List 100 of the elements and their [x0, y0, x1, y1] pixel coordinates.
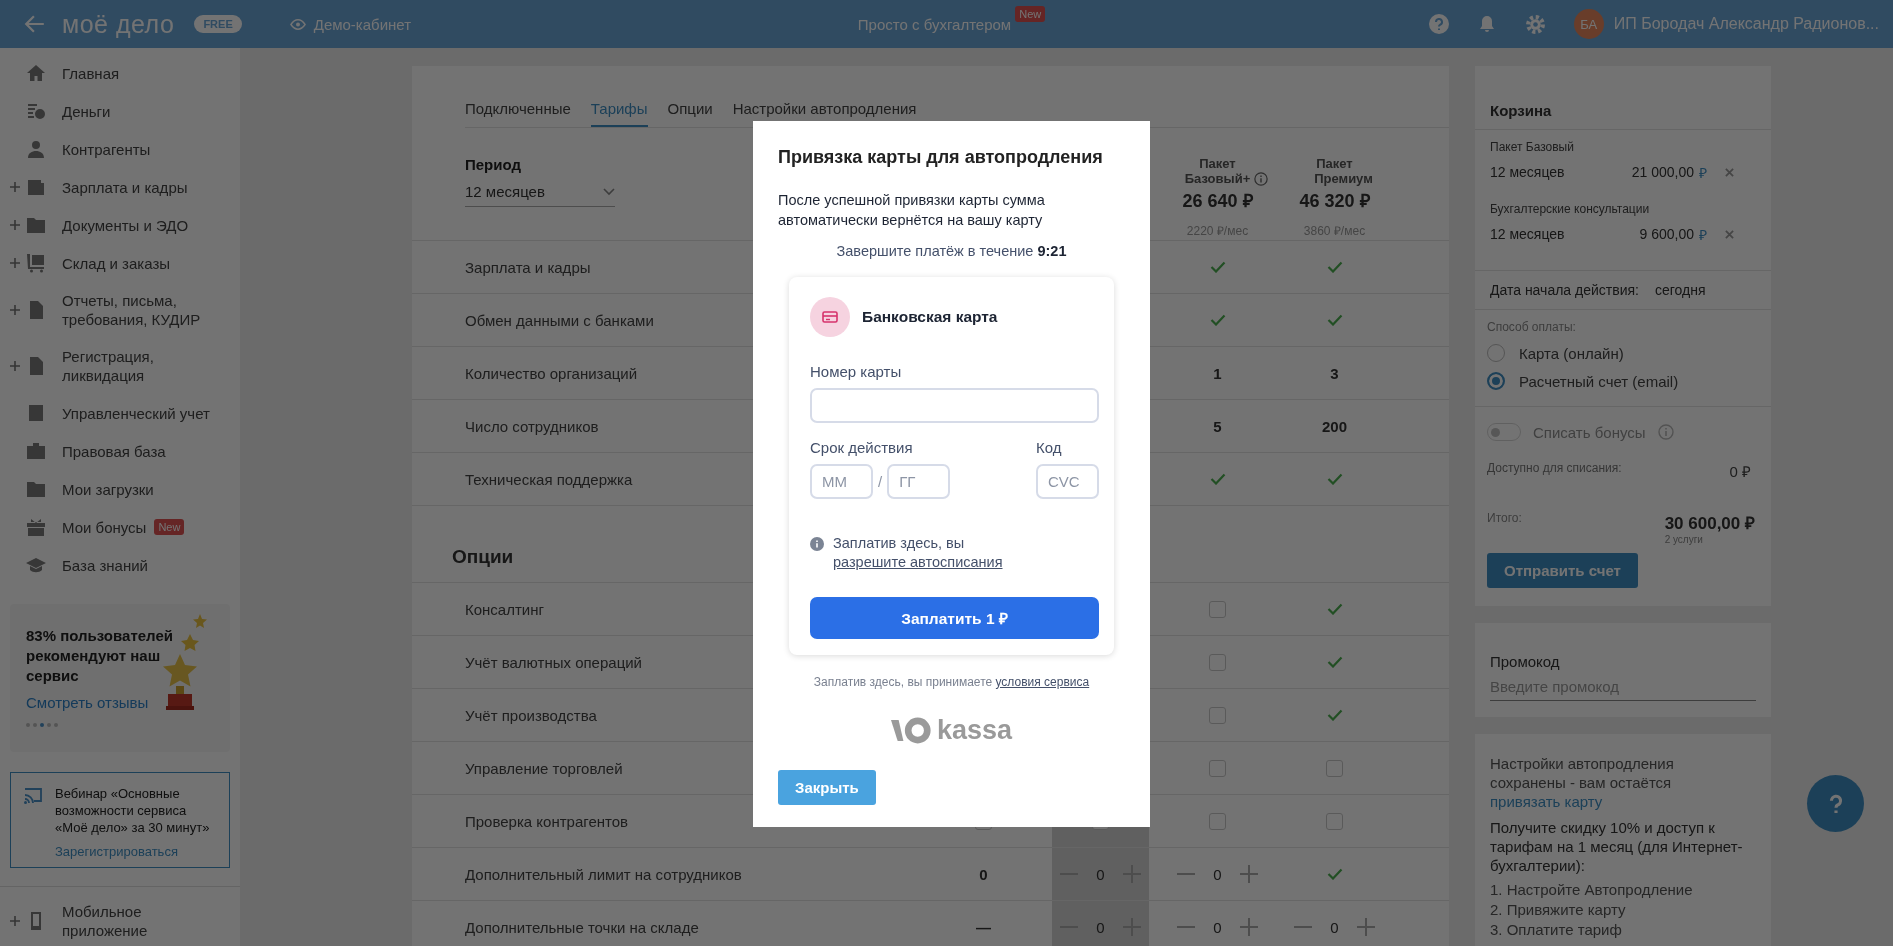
- plan-price: 26 640 ₽: [1182, 190, 1253, 212]
- autopay-link[interactable]: разрешите автосписания: [833, 554, 1003, 570]
- nav-item[interactable]: Зарплата и кадры: [26, 168, 188, 206]
- cart-item-price: 9 600,00: [1639, 226, 1694, 242]
- quantity-value: 0: [1096, 865, 1105, 883]
- tab[interactable]: Опции: [667, 100, 713, 127]
- checkbox[interactable]: [1326, 759, 1343, 777]
- info-icon: [810, 537, 824, 551]
- cell-value: —: [976, 918, 991, 936]
- cart-icon: [26, 253, 46, 273]
- feature-label: Обмен данными с банками: [465, 311, 654, 329]
- dialog-text: После успешной привязки карты сумма автоматически вернётся на вашу карту: [778, 191, 1046, 230]
- nav-item[interactable]: Правовая база: [26, 432, 166, 470]
- expand-icon[interactable]: [10, 182, 20, 192]
- year-field[interactable]: ГГ: [887, 464, 951, 499]
- close-button[interactable]: Закрыть: [778, 770, 876, 805]
- start-date-value[interactable]: сегодня: [1654, 282, 1706, 298]
- cell-value: 0: [979, 865, 988, 883]
- tab[interactable]: Тарифы: [590, 100, 648, 127]
- remove-icon[interactable]: [1725, 167, 1734, 177]
- card-number-field[interactable]: [810, 388, 1099, 423]
- plus-icon[interactable]: [1239, 865, 1258, 883]
- plus-icon[interactable]: [1239, 918, 1258, 936]
- demo-link[interactable]: Демо-кабинет: [289, 15, 412, 33]
- checkbox[interactable]: [1326, 812, 1343, 830]
- checkbox[interactable]: [1209, 653, 1226, 671]
- cvc-field[interactable]: CVC: [1036, 464, 1099, 499]
- terms-text: Заплатив здесь, вы принимаете условия сервиса: [812, 675, 1091, 689]
- register-link[interactable]: Зарегистрироваться: [55, 844, 217, 859]
- minus-icon[interactable]: [1177, 873, 1196, 875]
- minus-icon[interactable]: [1294, 926, 1313, 928]
- plan-title: Пакет: [1316, 156, 1353, 171]
- coins-icon: [26, 101, 46, 121]
- terms-link[interactable]: условия сервиса: [995, 675, 1090, 689]
- nav-item[interactable]: Деньги: [26, 92, 111, 130]
- cart-item-period: 12 месяцев: [1490, 226, 1566, 242]
- cart-item-price: 21 000,00: [1631, 164, 1694, 180]
- feature-label: Техническая поддержка: [465, 470, 633, 488]
- feature-label: Управление торговлей: [465, 759, 623, 777]
- info-icon[interactable]: [1254, 171, 1269, 186]
- bank-card-icon: [810, 297, 850, 337]
- plus-icon[interactable]: [1356, 918, 1375, 936]
- feature-label: Дополнительный лимит на сотрудников: [465, 865, 742, 883]
- nav-item[interactable]: Документы и ЭДО: [26, 206, 189, 244]
- month-field[interactable]: ММ: [810, 464, 873, 499]
- home-icon: [26, 63, 46, 83]
- briefcase-icon: [26, 441, 46, 461]
- nav-item[interactable]: Мобильное приложение: [26, 893, 227, 946]
- tab[interactable]: Подключенные: [465, 100, 571, 127]
- nav-item[interactable]: Регистрация, ликвидация: [26, 338, 227, 394]
- checkbox[interactable]: [1209, 759, 1226, 777]
- pager-dot[interactable]: [40, 723, 44, 727]
- expand-icon[interactable]: [10, 361, 20, 371]
- autorenew-message: Настройки автопродления сохранены - вам остаётся привязать карту: [1490, 754, 1675, 811]
- remove-icon[interactable]: [1725, 229, 1734, 239]
- feature-label: Количество организаций: [465, 364, 638, 382]
- user-name[interactable]: ИП Бородач Александр Радионов...: [1613, 15, 1879, 33]
- broadcast-screen-icon: [23, 787, 43, 805]
- payment-option[interactable]: Карта (онлайн): [1487, 344, 1759, 362]
- nav-item[interactable]: Мои бонусы: [26, 508, 147, 546]
- quantity-value: 0: [1213, 918, 1222, 936]
- accountant-link[interactable]: Просто с бухгалтером: [857, 15, 1012, 33]
- send-invoice-button[interactable]: Отправить счет: [1487, 553, 1638, 588]
- graduation-cap-icon: [26, 555, 46, 575]
- checkbox[interactable]: [1209, 600, 1226, 618]
- feature-label: Дополнительные точки на складе: [465, 918, 699, 936]
- help-icon[interactable]: [1428, 14, 1449, 34]
- expand-icon[interactable]: [10, 220, 20, 230]
- period-dropdown[interactable]: 12 месяцев: [465, 183, 615, 207]
- reviews-link[interactable]: Смотреть отзывы: [26, 694, 214, 711]
- dialog-title: Привязка карты для автопродления: [778, 147, 1104, 168]
- minus-icon[interactable]: [1177, 926, 1196, 928]
- payment-timer: Завершите платёж в течение 9:21: [835, 243, 1068, 259]
- webinar-text: Вебинар «Основные возможности сервиса «Моё дело» за 30 минут»: [55, 785, 211, 836]
- nav-item[interactable]: Склад и заказы: [26, 244, 171, 282]
- nav-item[interactable]: Контрагенты: [26, 130, 151, 168]
- promo-text: 83% пользователей рекомендуют наш сервис: [26, 626, 174, 686]
- avatar[interactable]: БА: [1573, 9, 1604, 39]
- help-button[interactable]: [1807, 775, 1864, 832]
- nav-item[interactable]: База знаний: [26, 546, 148, 584]
- checkbox[interactable]: [1209, 706, 1226, 724]
- date-separator: /: [878, 473, 883, 490]
- total-amount: 30 600,00 ₽: [1664, 513, 1755, 534]
- nav-item[interactable]: Отчеты, письма, требования, КУДИР: [26, 282, 227, 338]
- back-arrow-icon[interactable]: [24, 13, 46, 35]
- cart-title: Корзина: [1475, 66, 1771, 130]
- nav-item[interactable]: Главная: [26, 54, 120, 92]
- logo[interactable]: моё дело: [62, 9, 175, 39]
- pay-button[interactable]: Заплатить 1 ₽: [810, 597, 1099, 639]
- checkbox[interactable]: [1209, 812, 1226, 830]
- feature-label: Число сотрудников: [465, 417, 599, 435]
- nav-item[interactable]: Мои загрузки: [26, 470, 154, 508]
- section-title: Опции: [452, 546, 514, 568]
- bind-card-link[interactable]: привязать карту: [1490, 793, 1603, 810]
- payment-option[interactable]: Расчетный счет (email): [1487, 372, 1759, 390]
- expand-icon[interactable]: [10, 916, 20, 926]
- expand-icon[interactable]: [10, 305, 20, 315]
- settings-icon[interactable]: [1524, 13, 1546, 35]
- expand-icon[interactable]: [10, 258, 20, 268]
- nav-item[interactable]: Управленческий учет: [26, 394, 210, 432]
